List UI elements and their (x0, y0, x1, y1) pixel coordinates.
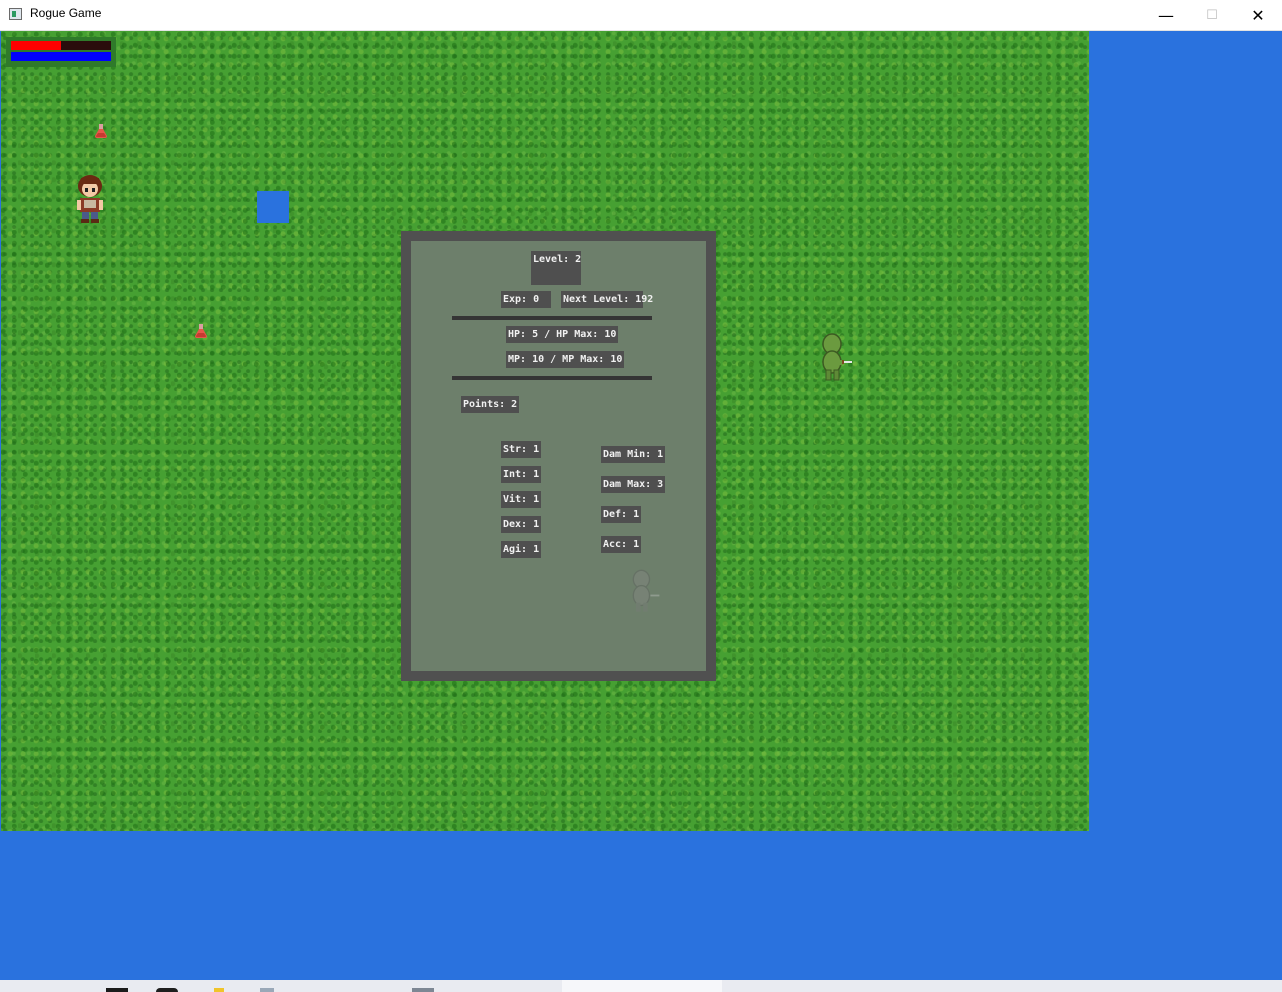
potion-icon[interactable] (194, 323, 208, 339)
str-stat[interactable]: Str: 1 (501, 441, 542, 458)
taskbar-app-icon[interactable] (156, 988, 178, 992)
taskbar-app-icon[interactable] (412, 988, 434, 992)
dam-min-stat: Dam Min: 1 (601, 446, 666, 463)
player-sprite[interactable] (72, 172, 108, 224)
dex-stat[interactable]: Dex: 1 (501, 516, 542, 533)
level-label: Level: 2 (531, 251, 581, 285)
orc-preview-icon (632, 569, 660, 612)
maximize-button[interactable]: ☐ (1189, 0, 1235, 31)
os-taskbar (0, 980, 1282, 992)
mp-bar (11, 52, 111, 61)
vit-stat[interactable]: Vit: 1 (501, 491, 542, 508)
taskbar-app-icon[interactable] (214, 988, 224, 992)
divider (452, 376, 652, 380)
hud-status-bars (6, 37, 116, 67)
hp-stat-label: HP: 5 / HP Max: 10 (506, 326, 619, 343)
agi-stat[interactable]: Agi: 1 (501, 541, 542, 558)
taskbar-app-icon[interactable] (260, 988, 274, 992)
close-button[interactable]: ✕ (1235, 0, 1281, 31)
taskbar-active-app[interactable] (562, 980, 722, 992)
int-stat[interactable]: Int: 1 (501, 466, 542, 483)
exp-label: Exp: 0 (501, 291, 551, 308)
window-title: Rogue Game (30, 6, 102, 20)
potion-icon[interactable] (94, 123, 108, 139)
app-window-icon (9, 8, 22, 20)
orc-enemy-sprite[interactable] (816, 332, 856, 382)
dam-max-stat: Dam Max: 3 (601, 476, 666, 493)
blue-tile (257, 191, 289, 223)
character-stats-panel: Level: 2 Exp: 0 Next Level: 192 HP: 5 / … (401, 231, 716, 681)
divider (452, 316, 652, 320)
hp-bar (11, 41, 111, 50)
mp-stat-label: MP: 10 / MP Max: 10 (506, 351, 625, 368)
next-level-label: Next Level: 192 (561, 291, 653, 308)
hp-bar-fill (11, 41, 61, 50)
mp-bar-fill (11, 52, 111, 61)
window-titlebar: Rogue Game — ☐ ✕ (0, 0, 1282, 31)
taskbar-app-icon[interactable] (106, 988, 128, 992)
acc-stat: Acc: 1 (601, 536, 642, 553)
points-label: Points: 2 (461, 396, 520, 413)
minimize-button[interactable]: — (1143, 0, 1189, 31)
def-stat: Def: 1 (601, 506, 642, 523)
